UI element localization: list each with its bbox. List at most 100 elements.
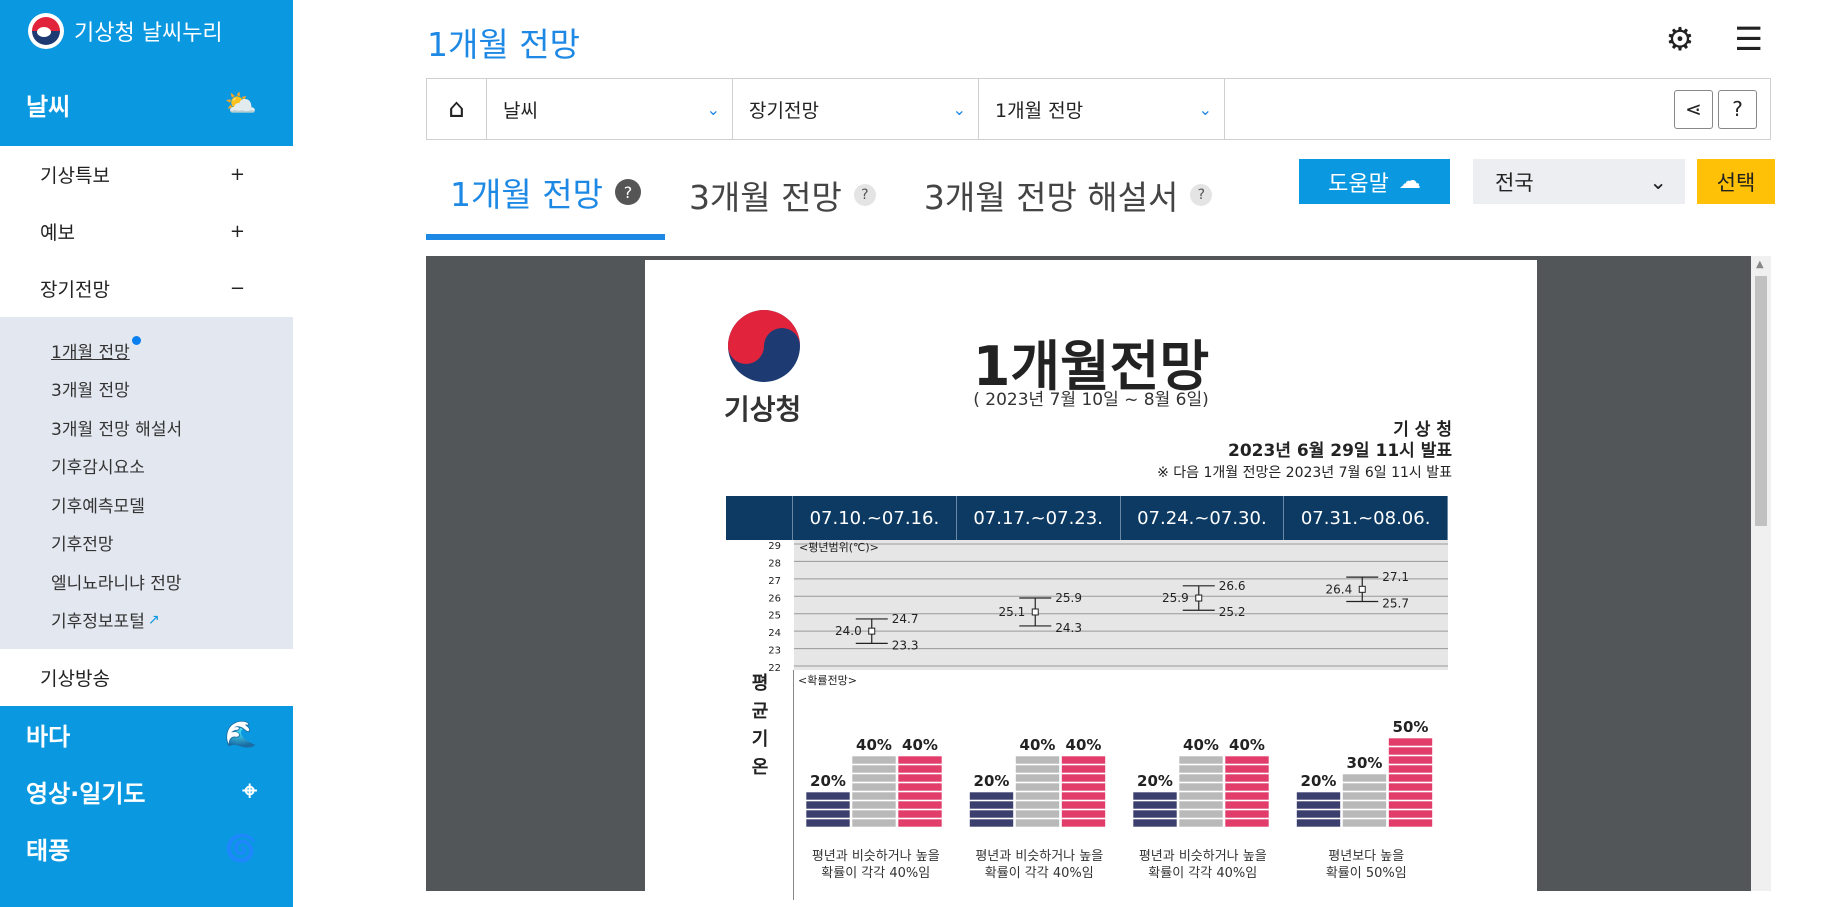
stack-block (1015, 791, 1060, 801)
stack-block (805, 800, 851, 810)
sidebar-item-label: 기상특보 (40, 165, 110, 187)
select-button[interactable]: 선택 (1697, 159, 1775, 204)
stack-block (1178, 782, 1224, 792)
collapse-icon[interactable]: − (230, 278, 245, 299)
help-label: 도움말 (1328, 171, 1389, 197)
submenu-item-3month-guide[interactable]: 3개월 전망 해설서 (0, 408, 293, 447)
submenu-item-climate-monitor[interactable]: 기후감시요소 (0, 447, 293, 486)
breadcrumb-label: 날씨 (503, 99, 538, 122)
expand-icon[interactable]: + (230, 221, 245, 242)
stack-block (851, 764, 897, 774)
hamburger-menu-icon[interactable]: ☰ (1734, 20, 1763, 58)
range-y-axis: 29 28 27 26 25 24 23 22 (768, 541, 781, 671)
range-mid-label: 24.0 (835, 624, 862, 638)
stack-block (1224, 809, 1270, 819)
region-select[interactable]: 전국 ⌄ (1473, 159, 1685, 204)
stack-block (1015, 800, 1060, 810)
range-label: <평년범위(℃)> (799, 541, 879, 554)
pdf-viewer[interactable]: 기상청 1개월전망 ( 2023년 7월 10일 ~ 8월 6일) 기 상 청 … (426, 256, 1771, 900)
row-title-char: 기 (751, 729, 769, 750)
week-header-cell: 07.10.~07.16. (793, 496, 957, 540)
stack-block (1061, 773, 1106, 783)
sidebar-item-forecast[interactable]: 예보 + (0, 203, 293, 260)
probability-label: 40% (1066, 736, 1102, 754)
breadcrumb-dropdown-2[interactable]: 장기전망 ⌄ (733, 79, 979, 139)
scroll-up-icon[interactable]: ▲ (1756, 259, 1764, 270)
range-high-label: 26.6 (1219, 579, 1246, 593)
submenu-item-climate-portal[interactable]: 기후정보포털 ↗ (0, 601, 293, 640)
row-title-char: 균 (751, 701, 769, 722)
sidebar-item-special-report[interactable]: 기상특보 + (0, 146, 293, 203)
breadcrumb-dropdown-3[interactable]: 1개월 전망 ⌄ (979, 79, 1225, 139)
stack-block (851, 782, 897, 792)
submenu-item-3month[interactable]: 3개월 전망 (0, 370, 293, 409)
scrollbar-thumb[interactable] (1755, 276, 1767, 526)
stack-block (1178, 800, 1224, 810)
tab-label: 1개월 전망 (450, 175, 603, 214)
sidebar-section-typhoon[interactable]: 태풍 🌀 (0, 820, 293, 877)
probability-label: 40% (902, 736, 938, 754)
stack-block (1388, 746, 1433, 756)
sidebar-item-label: 장기전망 (30, 275, 116, 305)
stack-block (1342, 773, 1387, 783)
chevron-down-icon: ⌄ (1649, 169, 1667, 194)
normal-stack (1342, 773, 1387, 828)
stack-block (1296, 809, 1341, 819)
viewer-scrollbar[interactable]: ▲ (1751, 256, 1771, 891)
sidebar-section-sea[interactable]: 바다 🌊 (0, 706, 293, 763)
stack-block (1061, 791, 1106, 801)
help-question-icon[interactable]: ? (1718, 89, 1757, 129)
breadcrumb: ⌂ 날씨 ⌄ 장기전망 ⌄ 1개월 전망 ⌄ ⋖ ? (426, 78, 1771, 140)
breadcrumb-label: 장기전망 (749, 99, 819, 122)
submenu-item-climate-outlook[interactable]: 기후전망 (0, 524, 293, 563)
normal-stack (851, 755, 897, 828)
question-icon[interactable]: ? (614, 179, 641, 205)
region-value: 전국 (1495, 170, 1534, 195)
submenu-item-enso[interactable]: 엘니뇨라니냐 전망 (0, 562, 293, 601)
stack-block (851, 809, 897, 819)
stack-block (897, 809, 943, 819)
range-bar-mid-marker (1195, 594, 1203, 602)
stack-block (969, 800, 1014, 810)
tab-3month[interactable]: 3개월 전망? (665, 160, 900, 240)
submenu-item-1month[interactable]: 1개월 전망 (0, 331, 293, 370)
stack-block (1342, 791, 1387, 801)
probability-desc-line2: 확률이 50%임 (1326, 866, 1407, 881)
sidebar-section-weather[interactable]: 날씨 ⛅ (0, 62, 293, 146)
breadcrumb-dropdown-1[interactable]: 날씨 ⌄ (487, 79, 733, 139)
share-icon[interactable]: ⋖ (1674, 89, 1713, 129)
below-normal-stack (805, 791, 851, 828)
expand-icon[interactable]: + (230, 164, 245, 185)
normal-range-chart: 24.7 23.3 24.0 25.9 24.3 25.1 26.6 25.2 25.9 27.1… (794, 540, 1448, 670)
range-low-label: 23.3 (892, 638, 919, 652)
sidebar-item-broadcast[interactable]: 기상방송 (0, 649, 293, 706)
tab-label: 3개월 전망 (688, 178, 842, 217)
home-icon[interactable]: ⌂ (427, 79, 487, 139)
question-icon[interactable]: ? (1190, 184, 1213, 206)
gear-icon[interactable]: ⚙ (1666, 20, 1695, 58)
sidebar-section-imagery[interactable]: 영상·일기도 ⌖ (0, 763, 293, 820)
normal-stack (1015, 755, 1060, 828)
sidebar-item-label: 기상방송 (40, 668, 110, 690)
range-high-label: 25.9 (1055, 591, 1082, 605)
above-normal-stack (897, 755, 943, 828)
probability-desc-line1: 평년과 비슷하거나 높을 (975, 849, 1103, 864)
stack-block (1224, 800, 1270, 810)
row-title-char: 온 (751, 757, 769, 778)
sidebar-item-long-range[interactable]: 장기전망 − (0, 260, 293, 317)
probability-label: 20% (1137, 772, 1173, 790)
stack-block (1296, 800, 1341, 810)
header-blank-cell (726, 496, 793, 540)
stack-block (1061, 764, 1106, 774)
probability-desc-line2: 확률이 각각 40%임 (821, 866, 930, 881)
tab-3month-guide[interactable]: 3개월 전망 해설서? (900, 160, 1237, 240)
submenu-label: 1개월 전망 (51, 342, 130, 363)
help-button[interactable]: 도움말 ☁ (1299, 159, 1450, 204)
tab-1month[interactable]: 1개월 전망? (426, 160, 665, 240)
brand[interactable]: 기상청 날씨누리 (0, 0, 293, 62)
question-icon[interactable]: ? (853, 184, 876, 206)
sidebar-section-more[interactable] (0, 877, 293, 907)
range-high-label: 24.7 (892, 612, 919, 626)
doc-agency: 기 상 청 2023년 6월 29일 11시 발표 (1228, 420, 1452, 462)
submenu-item-climate-model[interactable]: 기후예측모델 (0, 485, 293, 524)
